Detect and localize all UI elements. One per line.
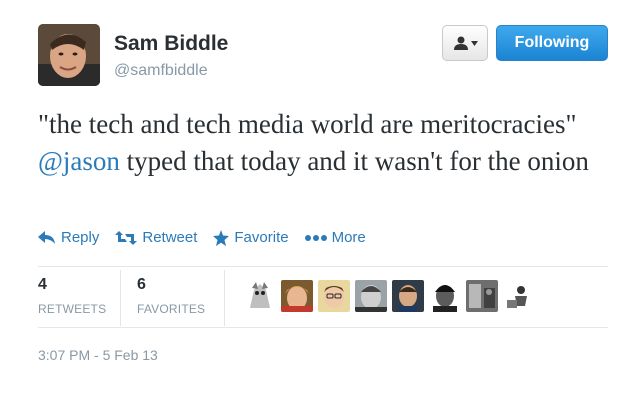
favoriter-avatar[interactable] bbox=[281, 280, 313, 312]
favoriter-avatar-image bbox=[281, 280, 313, 312]
retweet-action[interactable]: Retweet bbox=[115, 229, 197, 246]
author-handle[interactable]: @samfbiddle bbox=[114, 62, 208, 80]
favorite-action[interactable]: Favorite bbox=[213, 229, 289, 246]
favorites-count: 6 bbox=[137, 276, 146, 293]
favorite-label: Favorite bbox=[234, 229, 289, 246]
favoriter-avatar-image bbox=[318, 280, 350, 312]
author-avatar-image bbox=[38, 24, 100, 86]
following-button[interactable]: Following bbox=[496, 25, 608, 61]
stat-divider bbox=[120, 270, 121, 326]
stat-divider bbox=[224, 270, 225, 326]
favoriter-avatar-image bbox=[503, 280, 535, 312]
favoriter-avatar-image bbox=[466, 280, 498, 312]
retweet-label: Retweet bbox=[142, 229, 198, 246]
retweets-count: 4 bbox=[38, 276, 47, 293]
favoriter-avatar[interactable] bbox=[244, 280, 276, 312]
tweet-text: "the tech and tech media world are merit… bbox=[38, 106, 608, 180]
reply-label: Reply bbox=[61, 229, 100, 246]
star-icon bbox=[213, 229, 230, 246]
reply-action[interactable]: Reply bbox=[38, 229, 99, 246]
favoriter-avatar[interactable] bbox=[503, 280, 535, 312]
retweets-stat[interactable]: 4 RETWEETS bbox=[38, 276, 106, 316]
chevron-down-icon bbox=[470, 40, 478, 46]
favoriter-avatar[interactable] bbox=[355, 280, 387, 312]
favorites-stat[interactable]: 6 FAVORITES bbox=[137, 276, 205, 316]
favoriter-avatar-image bbox=[392, 280, 424, 312]
mention-link[interactable]: @jason bbox=[38, 146, 120, 176]
divider-bottom bbox=[38, 327, 608, 328]
person-dropdown-icon bbox=[453, 36, 468, 50]
user-dropdown-button[interactable] bbox=[442, 25, 488, 61]
author-avatar[interactable] bbox=[38, 24, 100, 86]
tweet-actions: Reply Retweet Favorite More bbox=[38, 229, 382, 246]
reply-icon bbox=[38, 230, 55, 244]
favorites-label: FAVORITES bbox=[137, 302, 206, 316]
author-name[interactable]: Sam Biddle bbox=[114, 32, 228, 56]
favoriter-avatar-image bbox=[355, 280, 387, 312]
retweet-icon bbox=[115, 230, 138, 245]
more-action[interactable]: More bbox=[304, 229, 366, 246]
favoriter-avatar-image bbox=[429, 280, 461, 312]
tweet-text-part2: typed that today and it wasn't for the o… bbox=[126, 146, 589, 176]
favoriter-avatar[interactable] bbox=[392, 280, 424, 312]
more-label: More bbox=[331, 229, 366, 246]
retweets-label: RETWEETS bbox=[38, 302, 107, 316]
more-dots-icon bbox=[304, 234, 327, 241]
favoriter-avatar[interactable] bbox=[429, 280, 461, 312]
tweet-text-part1: "the tech and tech media world are merit… bbox=[38, 109, 577, 139]
divider-top bbox=[38, 266, 608, 267]
favoriter-avatars bbox=[244, 280, 540, 312]
tweet-timestamp[interactable]: 3:07 PM - 5 Feb 13 bbox=[38, 347, 158, 363]
favoriter-avatar[interactable] bbox=[318, 280, 350, 312]
favoriter-avatar-image bbox=[244, 280, 276, 312]
favoriter-avatar[interactable] bbox=[466, 280, 498, 312]
